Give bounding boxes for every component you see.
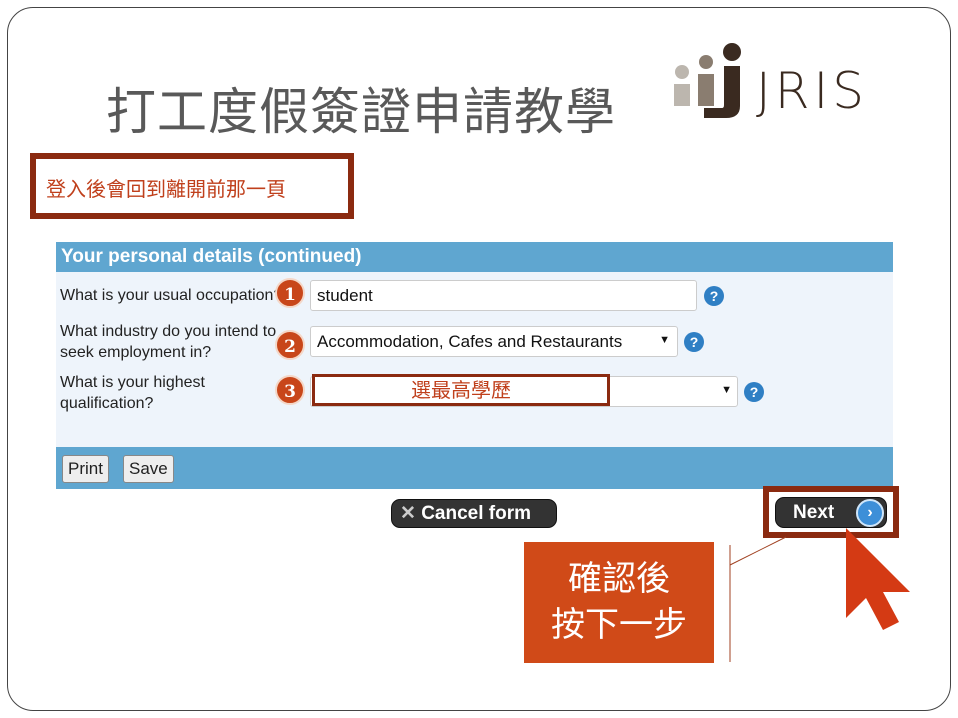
annotation-lines [729,528,910,662]
callout-line2: 按下一步 [551,605,687,645]
callout-pointer [729,536,787,566]
callout-box: 確認後 按下一步 [524,542,714,663]
callout-line1: 確認後 [568,559,670,599]
cursor-icon [846,528,910,630]
